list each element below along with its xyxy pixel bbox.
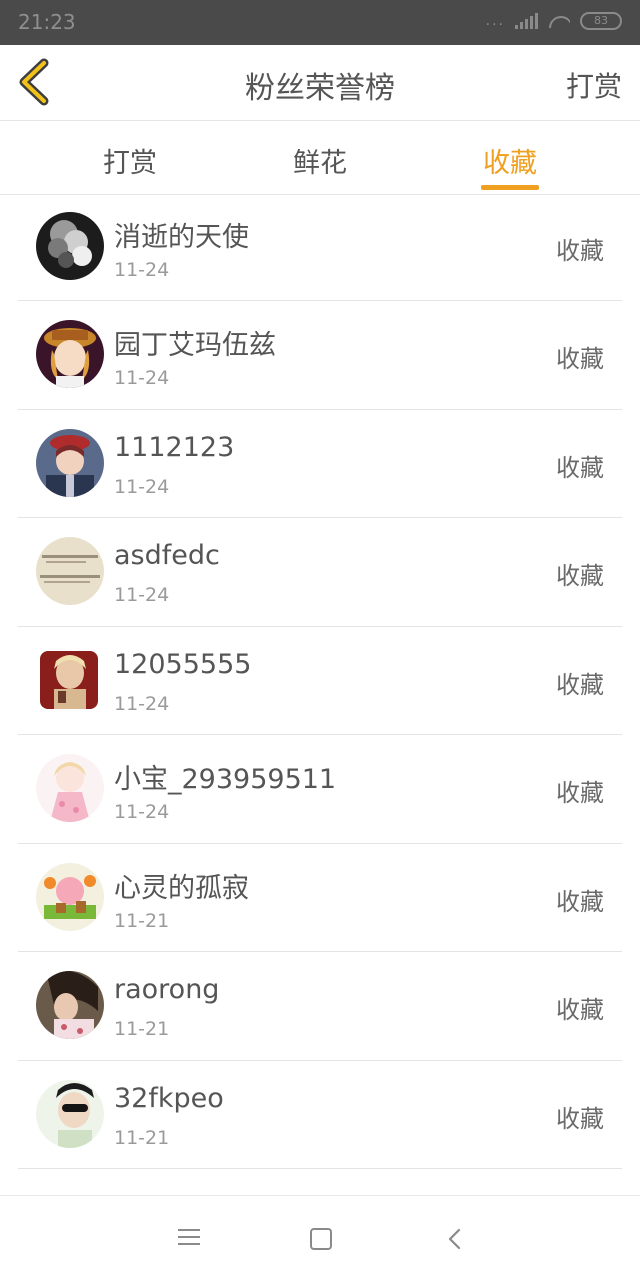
fan-date: 11-24	[114, 801, 170, 823]
list-item[interactable]: 消逝的天使 11-24 收藏	[0, 196, 640, 301]
list-item[interactable]: 12055555 11-24 收藏	[0, 627, 640, 736]
home-square-icon[interactable]	[306, 1224, 336, 1254]
reward-button[interactable]: 打赏	[566, 65, 622, 105]
avatar	[36, 754, 104, 822]
list-item[interactable]: raorong 11-21 收藏	[0, 952, 640, 1061]
system-nav-bar	[0, 1195, 640, 1280]
cellular-signal-icon	[515, 13, 538, 29]
fan-name: asdfedc	[114, 540, 220, 571]
menu-icon[interactable]	[174, 1224, 204, 1254]
avatar	[36, 211, 104, 280]
fan-date: 11-24	[114, 584, 170, 606]
tab-favorites[interactable]: 收藏	[440, 141, 580, 180]
avatar	[36, 862, 104, 931]
fan-list[interactable]: 11-24 收藏 消逝的天使 11-24 收藏 园丁艾玛伍兹 11-24 收藏 …	[0, 196, 640, 1195]
list-item[interactable]: 32fkpeo 11-21 收藏	[0, 1061, 640, 1170]
avatar	[36, 1079, 104, 1148]
avatar	[36, 428, 104, 497]
list-item[interactable]: 小宝_293959511 11-24 收藏	[0, 735, 640, 844]
fan-date: 11-24	[114, 367, 170, 389]
list-item[interactable]: 心灵的孤寂 11-21 收藏	[0, 844, 640, 953]
status-time: 21:23	[18, 10, 76, 34]
list-item[interactable]: asdfedc 11-24 收藏	[0, 518, 640, 627]
avatar	[36, 537, 104, 605]
tab-reward[interactable]: 打赏	[60, 141, 200, 180]
wifi-icon	[548, 13, 570, 29]
fan-date: 11-21	[114, 1018, 170, 1040]
list-item[interactable]: 1112123 11-24 收藏	[0, 410, 640, 519]
fan-date: 11-24	[114, 692, 170, 715]
avatar	[40, 650, 98, 709]
favorite-label: 收藏	[556, 236, 604, 265]
fan-name: 消逝的天使	[114, 221, 249, 253]
favorite-label: 收藏	[556, 779, 604, 807]
favorite-label: 收藏	[556, 996, 604, 1024]
favorite-label: 收藏	[556, 670, 604, 699]
status-icons: ... 83	[486, 12, 622, 30]
signal-dots-icon: ...	[485, 13, 505, 29]
tab-flowers[interactable]: 鲜花	[250, 141, 390, 180]
avatar	[36, 971, 104, 1039]
fan-date: 11-24	[114, 258, 170, 281]
tab-bar: 打赏 鲜花 收藏	[0, 121, 640, 195]
fan-date: 11-21	[114, 1126, 170, 1149]
page-title: 粉丝荣誉榜	[245, 71, 395, 106]
avatar	[36, 320, 104, 388]
fan-name: 32fkpeo	[114, 1082, 224, 1114]
fan-name: 1112123	[114, 431, 235, 463]
active-tab-indicator	[481, 185, 539, 190]
fan-name: 12055555	[114, 648, 252, 680]
favorite-label: 收藏	[556, 453, 604, 482]
favorite-label: 收藏	[556, 1104, 604, 1133]
battery-icon: 83	[580, 12, 622, 30]
favorite-label: 收藏	[556, 562, 604, 590]
favorite-label: 收藏	[556, 887, 604, 916]
back-arrow-icon[interactable]	[440, 1224, 470, 1254]
app-header: 粉丝荣誉榜 打赏	[0, 45, 640, 121]
list-item[interactable]: 园丁艾玛伍兹 11-24 收藏	[0, 301, 640, 410]
status-bar: 21:23 ... 83	[0, 0, 640, 45]
fan-name: 心灵的孤寂	[114, 872, 249, 904]
fan-name: 小宝_293959511	[114, 764, 337, 795]
fan-name: 园丁艾玛伍兹	[114, 330, 276, 361]
fan-name: raorong	[114, 974, 220, 1005]
fan-date: 11-24	[114, 475, 170, 498]
favorite-label: 收藏	[556, 345, 604, 373]
fan-date: 11-21	[114, 909, 170, 932]
